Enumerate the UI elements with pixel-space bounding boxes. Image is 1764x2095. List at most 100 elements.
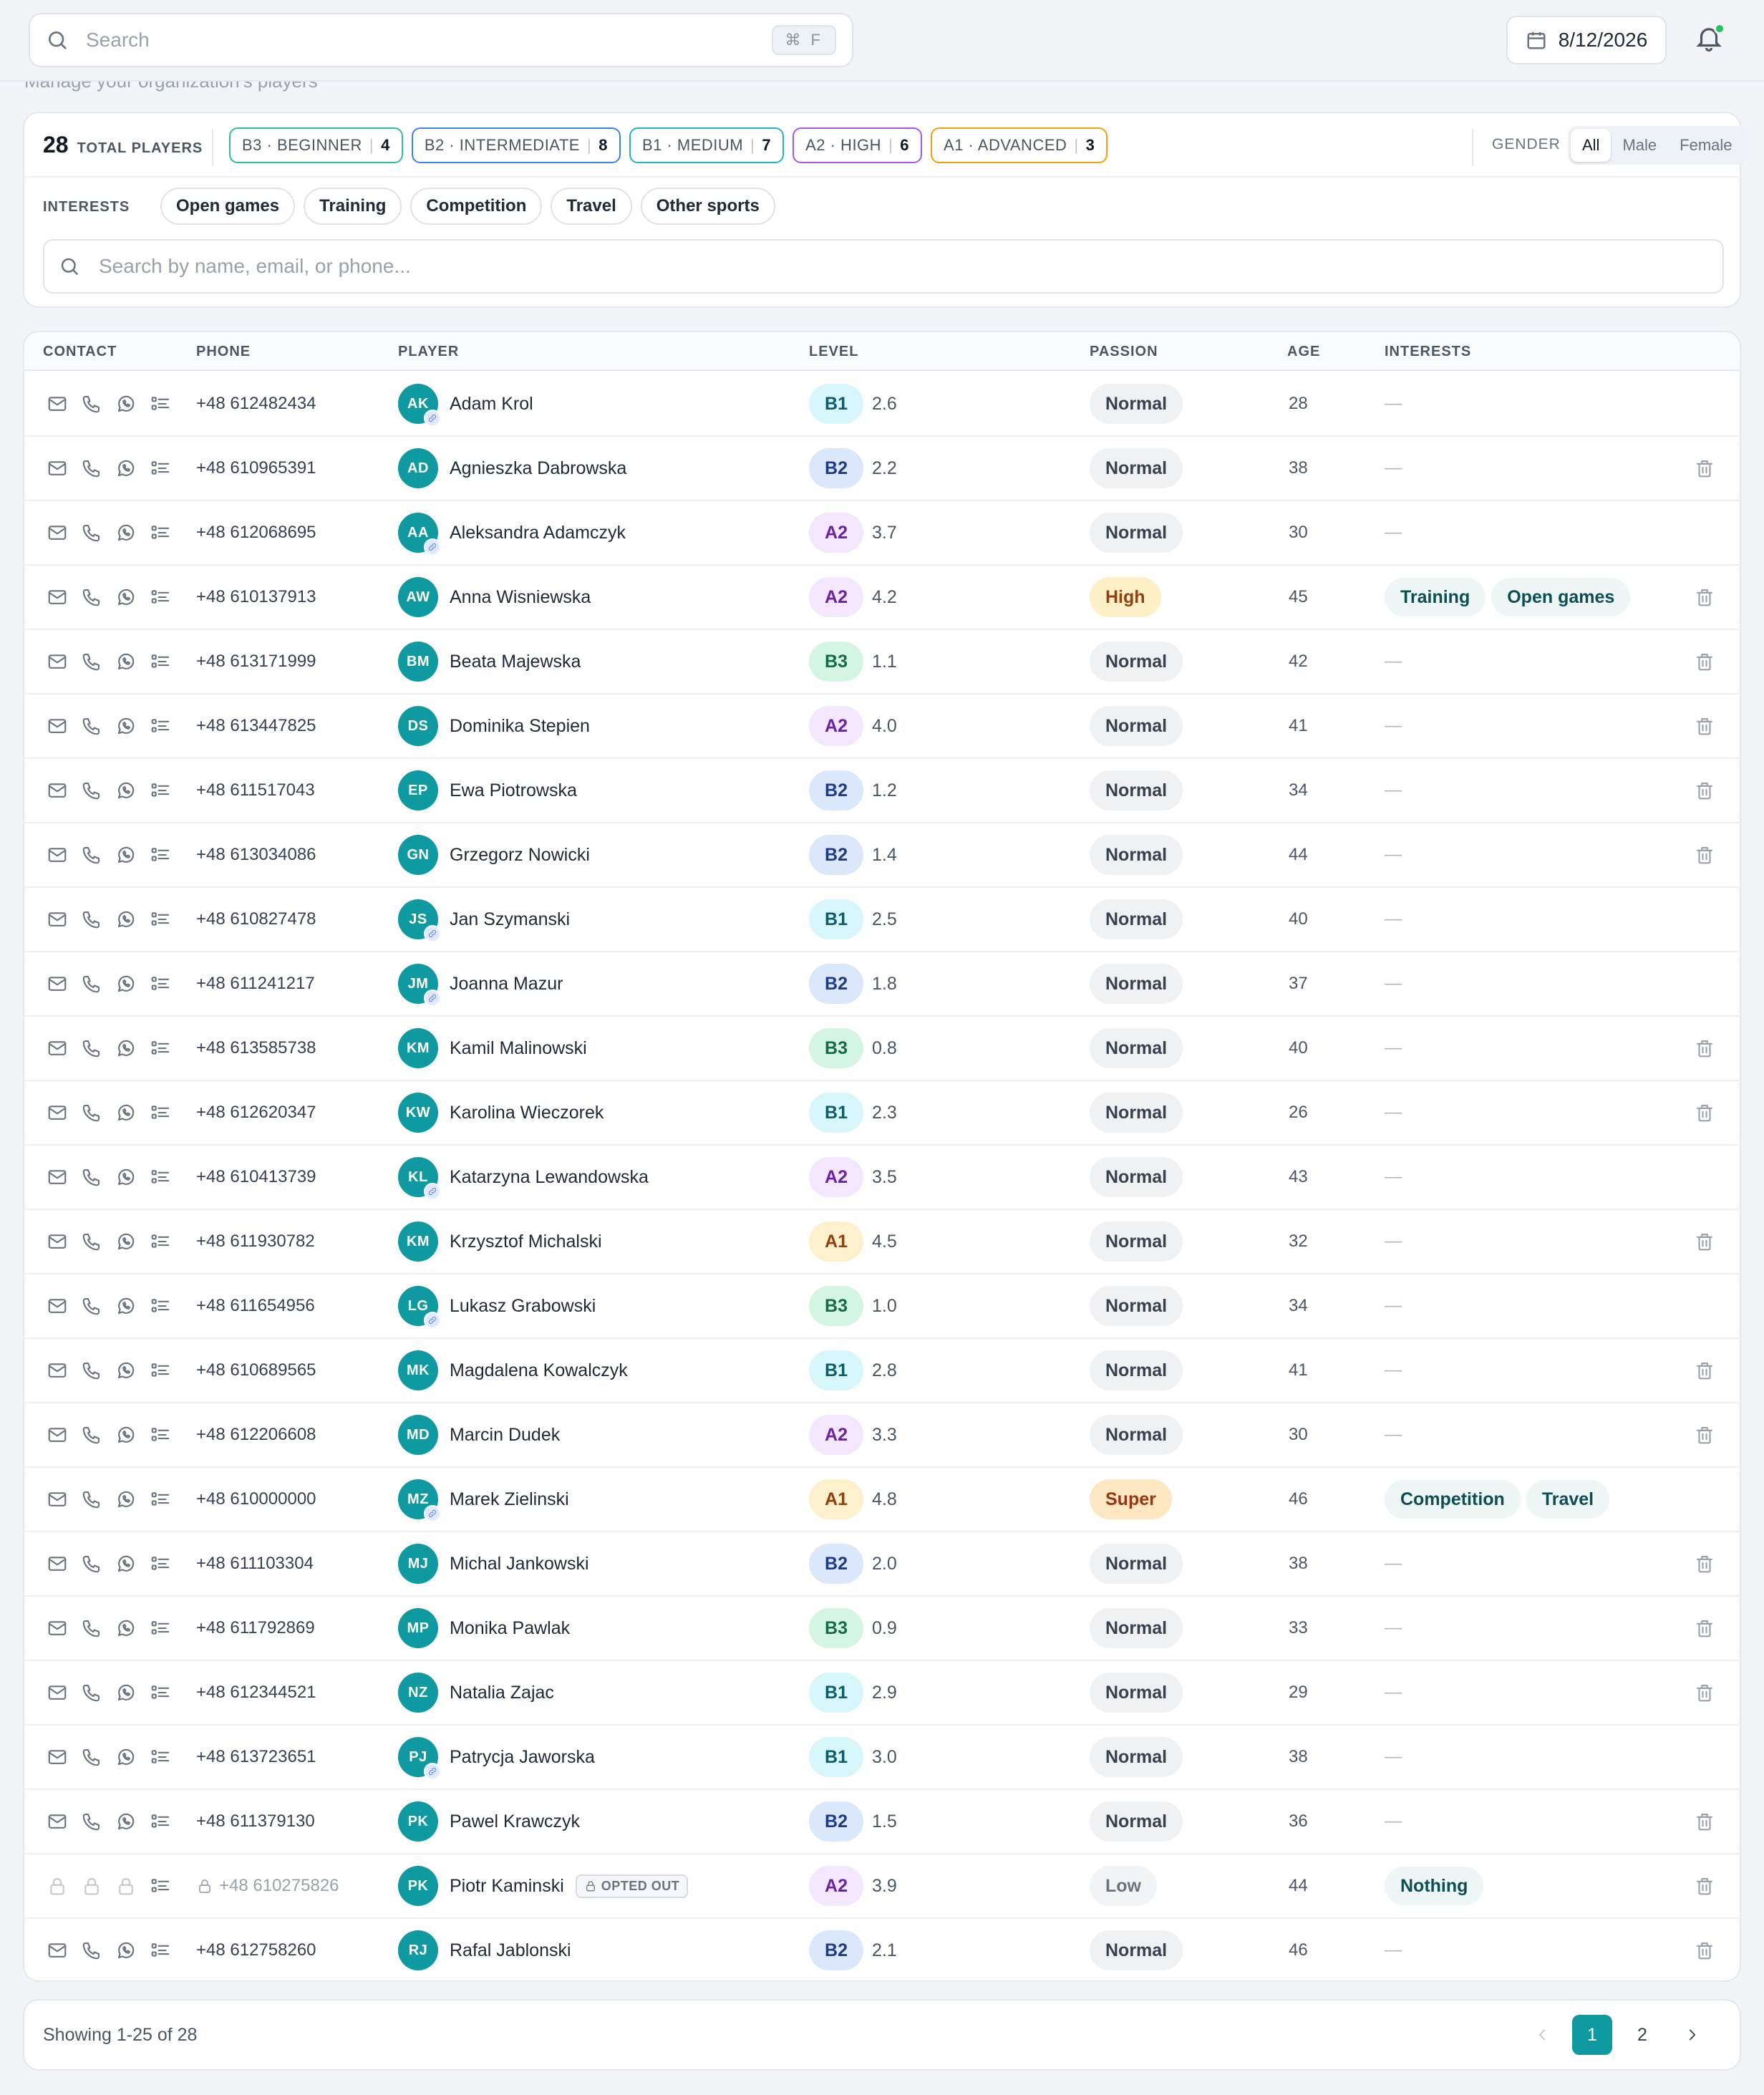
table-row[interactable]: +48 610137913 AW Anna Wisniewska A2 4.2 High 4… <box>24 566 1740 630</box>
player-name[interactable]: Agnieszka Dabrowska <box>450 458 626 479</box>
gender-option-all[interactable]: All <box>1571 129 1612 162</box>
next-page-button[interactable] <box>1672 2015 1712 2055</box>
column-header-age[interactable]: AGE <box>1287 344 1320 360</box>
phone-button[interactable] <box>80 1681 103 1704</box>
whatsapp-button[interactable] <box>115 843 137 866</box>
phone-button[interactable] <box>80 1746 103 1769</box>
phone-button[interactable] <box>80 1488 103 1511</box>
level-filter-chip[interactable]: B3 · BEGINNER | 4 <box>229 127 403 163</box>
player-cell[interactable]: RJ Rafal Jablonski <box>398 1919 571 1980</box>
phone-button[interactable] <box>80 972 103 995</box>
phone-button[interactable] <box>80 586 103 609</box>
mail-button[interactable] <box>46 1359 69 1382</box>
player-name[interactable]: Natalia Zajac <box>450 1683 554 1703</box>
global-search-placeholder[interactable]: Search <box>86 29 772 52</box>
phone-button[interactable] <box>80 1939 103 1962</box>
mail-button[interactable] <box>46 715 69 737</box>
whatsapp-button[interactable] <box>115 1681 137 1704</box>
player-cell[interactable]: PK Pawel Krawczyk <box>398 1790 580 1853</box>
mail-button[interactable] <box>46 1166 69 1189</box>
player-cell[interactable]: PJ Patrycja Jaworska <box>398 1726 595 1789</box>
whatsapp-button[interactable] <box>115 1166 137 1189</box>
delete-button[interactable] <box>1694 823 1717 886</box>
player-cell[interactable]: DS Dominika Stepien <box>398 695 590 758</box>
whatsapp-button[interactable] <box>115 1423 137 1446</box>
table-row[interactable]: +48 612482434 AK Adam Krol B1 2.6 Normal 28 — <box>24 372 1740 437</box>
table-row[interactable]: +48 610965391 AD Agnieszka Dabrowska B2 2.2 N… <box>24 437 1740 501</box>
phone-button[interactable] <box>80 908 103 931</box>
player-name[interactable]: Dominika Stepien <box>450 716 590 737</box>
table-row[interactable]: +48 613585738 KM Kamil Malinowski B3 0.8 Norm… <box>24 1017 1740 1081</box>
column-header-phone[interactable]: PHONE <box>196 344 251 360</box>
player-name[interactable]: Katarzyna Lewandowska <box>450 1167 649 1188</box>
prev-page-button[interactable] <box>1522 2015 1562 2055</box>
interest-filter-chip[interactable]: Other sports <box>640 188 775 225</box>
player-name[interactable]: Marek Zielinski <box>450 1489 569 1510</box>
mail-button[interactable] <box>46 392 69 415</box>
mail-button[interactable] <box>46 1617 69 1640</box>
whatsapp-button[interactable] <box>115 521 137 544</box>
phone-button[interactable] <box>80 392 103 415</box>
player-name[interactable]: Michal Jankowski <box>450 1554 589 1574</box>
details-button[interactable] <box>149 1359 172 1382</box>
player-cell[interactable]: MK Magdalena Kowalczyk <box>398 1339 628 1402</box>
mail-button[interactable] <box>46 908 69 931</box>
mail-button[interactable] <box>46 972 69 995</box>
player-cell[interactable]: KW Karolina Wieczorek <box>398 1081 604 1144</box>
player-cell[interactable]: LG Lukasz Grabowski <box>398 1274 596 1337</box>
details-button[interactable] <box>149 1810 172 1833</box>
mail-button[interactable] <box>46 1681 69 1704</box>
mail-button[interactable] <box>46 586 69 609</box>
player-name[interactable]: Piotr Kaminski <box>450 1876 564 1897</box>
player-cell[interactable]: MZ Marek Zielinski <box>398 1468 569 1531</box>
player-cell[interactable]: KM Kamil Malinowski <box>398 1017 587 1080</box>
phone-button[interactable] <box>80 1295 103 1317</box>
player-cell[interactable]: GN Grzegorz Nowicki <box>398 823 590 886</box>
mail-button[interactable] <box>46 1037 69 1060</box>
mail-button[interactable] <box>46 1423 69 1446</box>
column-header-interests[interactable]: INTERESTS <box>1385 344 1471 360</box>
player-name[interactable]: Patrycja Jaworska <box>450 1747 595 1768</box>
table-row[interactable]: +48 613171999 BM Beata Majewska B3 1.1 Normal… <box>24 630 1740 695</box>
delete-button[interactable] <box>1694 1919 1717 1980</box>
whatsapp-button[interactable] <box>115 1810 137 1833</box>
player-cell[interactable]: EP Ewa Piotrowska <box>398 759 577 822</box>
player-name[interactable]: Monika Pawlak <box>450 1618 570 1639</box>
phone-button[interactable] <box>80 521 103 544</box>
table-row[interactable]: +48 610413739 KL Katarzyna Lewandowska A2 3.… <box>24 1146 1740 1210</box>
phone-button[interactable] <box>80 1101 103 1124</box>
table-row[interactable]: +48 613034086 GN Grzegorz Nowicki B2 1.4 Norm… <box>24 823 1740 888</box>
date-picker-button[interactable]: 8/12/2026 <box>1506 16 1667 64</box>
global-search[interactable]: Search ⌘ F <box>29 13 853 67</box>
player-name[interactable]: Joanna Mazur <box>450 974 563 995</box>
details-button[interactable] <box>149 972 172 995</box>
player-cell[interactable]: BM Beata Majewska <box>398 630 581 693</box>
delete-button[interactable] <box>1694 1403 1717 1466</box>
player-name[interactable]: Pawel Krawczyk <box>450 1811 580 1832</box>
delete-button[interactable] <box>1694 1790 1717 1853</box>
details-button[interactable] <box>149 1939 172 1962</box>
whatsapp-button[interactable] <box>115 1488 137 1511</box>
whatsapp-button[interactable] <box>115 972 137 995</box>
details-button[interactable] <box>149 1552 172 1575</box>
mail-button[interactable] <box>46 1939 69 1962</box>
player-name[interactable]: Adam Krol <box>450 394 533 415</box>
delete-button[interactable] <box>1694 1210 1717 1273</box>
player-name[interactable]: Beata Majewska <box>450 652 581 672</box>
details-button[interactable] <box>149 1681 172 1704</box>
interest-filter-chip[interactable]: Travel <box>551 188 632 225</box>
whatsapp-button[interactable] <box>115 457 137 480</box>
whatsapp-button[interactable] <box>115 1230 137 1253</box>
whatsapp-button[interactable] <box>115 1101 137 1124</box>
phone-button[interactable] <box>80 843 103 866</box>
player-name[interactable]: Jan Szymanski <box>450 909 570 930</box>
details-button[interactable] <box>149 1874 172 1897</box>
whatsapp-button[interactable] <box>115 1552 137 1575</box>
level-filter-chip[interactable]: B2 · INTERMEDIATE | 8 <box>411 127 621 163</box>
phone-button[interactable] <box>80 650 103 673</box>
details-button[interactable] <box>149 1037 172 1060</box>
page-button-1[interactable]: 1 <box>1572 2015 1612 2055</box>
player-cell[interactable]: MP Monika Pawlak <box>398 1597 570 1660</box>
delete-button[interactable] <box>1694 1081 1717 1144</box>
player-name[interactable]: Grzegorz Nowicki <box>450 845 590 866</box>
